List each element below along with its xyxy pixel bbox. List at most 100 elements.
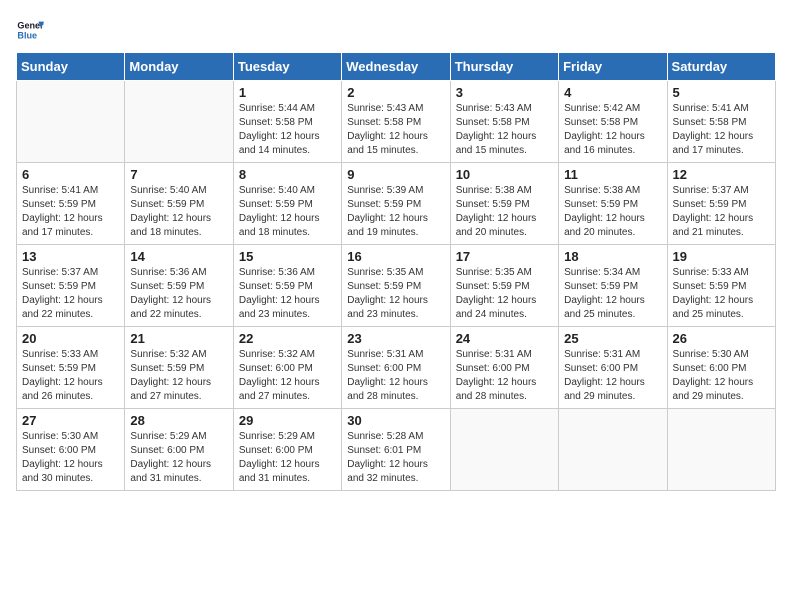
calendar-cell xyxy=(559,409,667,491)
header-saturday: Saturday xyxy=(667,53,775,81)
cell-text: Sunrise: 5:42 AM Sunset: 5:58 PM Dayligh… xyxy=(564,102,661,158)
day-number: 11 xyxy=(564,167,661,182)
header-thursday: Thursday xyxy=(450,53,558,81)
calendar-cell: 14 Sunrise: 5:36 AM Sunset: 5:59 PM Dayli… xyxy=(125,245,233,327)
cell-text: Sunrise: 5:30 AM Sunset: 6:00 PM Dayligh… xyxy=(22,430,119,486)
calendar-cell: 27 Sunrise: 5:30 AM Sunset: 6:00 PM Dayli… xyxy=(17,409,125,491)
cell-text: Sunrise: 5:38 AM Sunset: 5:59 PM Dayligh… xyxy=(456,184,553,240)
calendar-cell: 25 Sunrise: 5:31 AM Sunset: 6:00 PM Dayli… xyxy=(559,327,667,409)
day-number: 6 xyxy=(22,167,119,182)
calendar-cell: 23 Sunrise: 5:31 AM Sunset: 6:00 PM Dayli… xyxy=(342,327,450,409)
calendar-cell xyxy=(125,81,233,163)
cell-text: Sunrise: 5:31 AM Sunset: 6:00 PM Dayligh… xyxy=(456,348,553,404)
calendar-cell: 24 Sunrise: 5:31 AM Sunset: 6:00 PM Dayli… xyxy=(450,327,558,409)
calendar-cell: 16Sunrise: 5:35 AM Sunset: 5:59 PM Dayli… xyxy=(342,245,450,327)
calendar-cell: 12Sunrise: 5:37 AM Sunset: 5:59 PM Dayli… xyxy=(667,163,775,245)
day-number: 25 xyxy=(564,331,661,346)
cell-text: Sunrise: 5:38 AM Sunset: 5:59 PM Dayligh… xyxy=(564,184,661,240)
calendar-cell: 11 Sunrise: 5:38 AM Sunset: 5:59 PM Dayli… xyxy=(559,163,667,245)
cell-text: Sunrise: 5:28 AM Sunset: 6:01 PM Dayligh… xyxy=(347,430,444,486)
cell-text: Sunrise: 5:32 AM Sunset: 6:00 PM Dayligh… xyxy=(239,348,336,404)
svg-text:Blue: Blue xyxy=(17,30,37,40)
cell-text: Sunrise: 5:29 AM Sunset: 6:00 PM Dayligh… xyxy=(239,430,336,486)
day-number: 9 xyxy=(347,167,444,182)
cell-text: Sunrise: 5:32 AM Sunset: 5:59 PM Dayligh… xyxy=(130,348,227,404)
cell-text: Sunrise: 5:40 AM Sunset: 5:59 PM Dayligh… xyxy=(130,184,227,240)
calendar-cell: 13 Sunrise: 5:37 AM Sunset: 5:59 PM Dayli… xyxy=(17,245,125,327)
calendar-cell: 17 Sunrise: 5:35 AM Sunset: 5:59 PM Dayli… xyxy=(450,245,558,327)
day-number: 3 xyxy=(456,85,553,100)
calendar-cell: 1 Sunrise: 5:44 AM Sunset: 5:58 PM Daylig… xyxy=(233,81,341,163)
calendar-cell: 10 Sunrise: 5:38 AM Sunset: 5:59 PM Dayli… xyxy=(450,163,558,245)
calendar-week-5: 27 Sunrise: 5:30 AM Sunset: 6:00 PM Dayli… xyxy=(17,409,776,491)
logo: General Blue xyxy=(16,16,48,44)
cell-text: Sunrise: 5:34 AM Sunset: 5:59 PM Dayligh… xyxy=(564,266,661,322)
calendar-table: SundayMondayTuesdayWednesdayThursdayFrid… xyxy=(16,52,776,491)
calendar-cell: 29 Sunrise: 5:29 AM Sunset: 6:00 PM Dayli… xyxy=(233,409,341,491)
day-number: 22 xyxy=(239,331,336,346)
day-number: 30 xyxy=(347,413,444,428)
calendar-cell: 18 Sunrise: 5:34 AM Sunset: 5:59 PM Dayli… xyxy=(559,245,667,327)
day-number: 13 xyxy=(22,249,119,264)
cell-text: Sunrise: 5:31 AM Sunset: 6:00 PM Dayligh… xyxy=(347,348,444,404)
cell-text: Sunrise: 5:36 AM Sunset: 5:59 PM Dayligh… xyxy=(239,266,336,322)
logo-icon: General Blue xyxy=(16,16,44,44)
day-number: 20 xyxy=(22,331,119,346)
cell-text: Sunrise: 5:43 AM Sunset: 5:58 PM Dayligh… xyxy=(347,102,444,158)
header-tuesday: Tuesday xyxy=(233,53,341,81)
header-wednesday: Wednesday xyxy=(342,53,450,81)
calendar-header-row: SundayMondayTuesdayWednesdayThursdayFrid… xyxy=(17,53,776,81)
calendar-cell xyxy=(450,409,558,491)
day-number: 14 xyxy=(130,249,227,264)
cell-text: Sunrise: 5:39 AM Sunset: 5:59 PM Dayligh… xyxy=(347,184,444,240)
day-number: 19 xyxy=(673,249,770,264)
calendar-cell: 20Sunrise: 5:33 AM Sunset: 5:59 PM Dayli… xyxy=(17,327,125,409)
calendar-cell xyxy=(667,409,775,491)
day-number: 4 xyxy=(564,85,661,100)
cell-text: Sunrise: 5:35 AM Sunset: 5:59 PM Dayligh… xyxy=(456,266,553,322)
day-number: 8 xyxy=(239,167,336,182)
calendar-cell: 9 Sunrise: 5:39 AM Sunset: 5:59 PM Daylig… xyxy=(342,163,450,245)
cell-text: Sunrise: 5:31 AM Sunset: 6:00 PM Dayligh… xyxy=(564,348,661,404)
calendar-cell: 6 Sunrise: 5:41 AM Sunset: 5:59 PM Daylig… xyxy=(17,163,125,245)
calendar-cell: 26 Sunrise: 5:30 AM Sunset: 6:00 PM Dayli… xyxy=(667,327,775,409)
cell-text: Sunrise: 5:41 AM Sunset: 5:58 PM Dayligh… xyxy=(673,102,770,158)
cell-text: Sunrise: 5:41 AM Sunset: 5:59 PM Dayligh… xyxy=(22,184,119,240)
calendar-cell xyxy=(17,81,125,163)
day-number: 1 xyxy=(239,85,336,100)
calendar-cell: 3 Sunrise: 5:43 AM Sunset: 5:58 PM Daylig… xyxy=(450,81,558,163)
calendar-cell: 2 Sunrise: 5:43 AM Sunset: 5:58 PM Daylig… xyxy=(342,81,450,163)
calendar-week-4: 20Sunrise: 5:33 AM Sunset: 5:59 PM Dayli… xyxy=(17,327,776,409)
day-number: 27 xyxy=(22,413,119,428)
day-number: 10 xyxy=(456,167,553,182)
calendar-cell: 4 Sunrise: 5:42 AM Sunset: 5:58 PM Daylig… xyxy=(559,81,667,163)
day-number: 28 xyxy=(130,413,227,428)
calendar-cell: 5 Sunrise: 5:41 AM Sunset: 5:58 PM Daylig… xyxy=(667,81,775,163)
day-number: 26 xyxy=(673,331,770,346)
day-number: 23 xyxy=(347,331,444,346)
header-monday: Monday xyxy=(125,53,233,81)
day-number: 29 xyxy=(239,413,336,428)
day-number: 18 xyxy=(564,249,661,264)
calendar-cell: 15 Sunrise: 5:36 AM Sunset: 5:59 PM Dayli… xyxy=(233,245,341,327)
cell-text: Sunrise: 5:43 AM Sunset: 5:58 PM Dayligh… xyxy=(456,102,553,158)
cell-text: Sunrise: 5:36 AM Sunset: 5:59 PM Dayligh… xyxy=(130,266,227,322)
day-number: 5 xyxy=(673,85,770,100)
calendar-week-3: 13 Sunrise: 5:37 AM Sunset: 5:59 PM Dayli… xyxy=(17,245,776,327)
day-number: 24 xyxy=(456,331,553,346)
calendar-cell: 19Sunrise: 5:33 AM Sunset: 5:59 PM Dayli… xyxy=(667,245,775,327)
day-number: 21 xyxy=(130,331,227,346)
cell-text: Sunrise: 5:44 AM Sunset: 5:58 PM Dayligh… xyxy=(239,102,336,158)
calendar-cell: 8Sunrise: 5:40 AM Sunset: 5:59 PM Daylig… xyxy=(233,163,341,245)
day-number: 17 xyxy=(456,249,553,264)
cell-text: Sunrise: 5:35 AM Sunset: 5:59 PM Dayligh… xyxy=(347,266,444,322)
page-header: General Blue xyxy=(16,16,776,44)
day-number: 7 xyxy=(130,167,227,182)
day-number: 2 xyxy=(347,85,444,100)
day-number: 12 xyxy=(673,167,770,182)
day-number: 15 xyxy=(239,249,336,264)
header-friday: Friday xyxy=(559,53,667,81)
cell-text: Sunrise: 5:37 AM Sunset: 5:59 PM Dayligh… xyxy=(22,266,119,322)
cell-text: Sunrise: 5:30 AM Sunset: 6:00 PM Dayligh… xyxy=(673,348,770,404)
calendar-cell: 30 Sunrise: 5:28 AM Sunset: 6:01 PM Dayli… xyxy=(342,409,450,491)
